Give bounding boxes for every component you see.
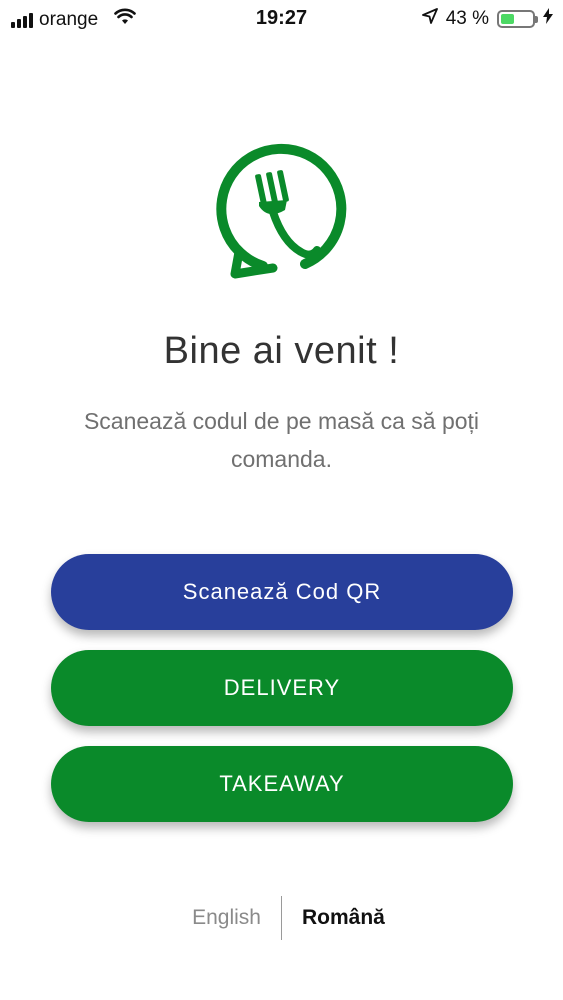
fork-speech-bubble-logo [213,140,353,280]
welcome-screen: orange 19:27 43 % Bine ai venit ! Scanea… [0,0,563,1000]
delivery-button-label: DELIVERY [223,675,341,700]
battery-percent: 43 % [445,8,489,29]
scan-qr-button[interactable]: Scanează Cod QR [51,554,513,630]
takeaway-button-label: TAKEAWAY [219,771,345,796]
battery-tip [535,16,538,23]
charging-bolt-icon [543,8,553,30]
welcome-title: Bine ai venit ! [163,330,400,372]
language-switch: English Română [0,896,563,940]
delivery-button[interactable]: DELIVERY [51,650,513,726]
language-option-english[interactable]: English [161,906,281,930]
welcome-subtitle: Scanează codul de pe masă ca să poți com… [83,408,480,472]
battery-level-fill [501,14,514,24]
takeaway-button[interactable]: TAKEAWAY [51,746,513,822]
scan-qr-button-label: Scanează Cod QR [182,579,382,604]
battery-icon [497,10,538,28]
language-option-romanian[interactable]: Română [282,906,402,930]
status-bar-right: 43 % [421,8,553,30]
status-bar: orange 19:27 43 % [0,0,563,40]
location-arrow-icon [421,8,438,30]
